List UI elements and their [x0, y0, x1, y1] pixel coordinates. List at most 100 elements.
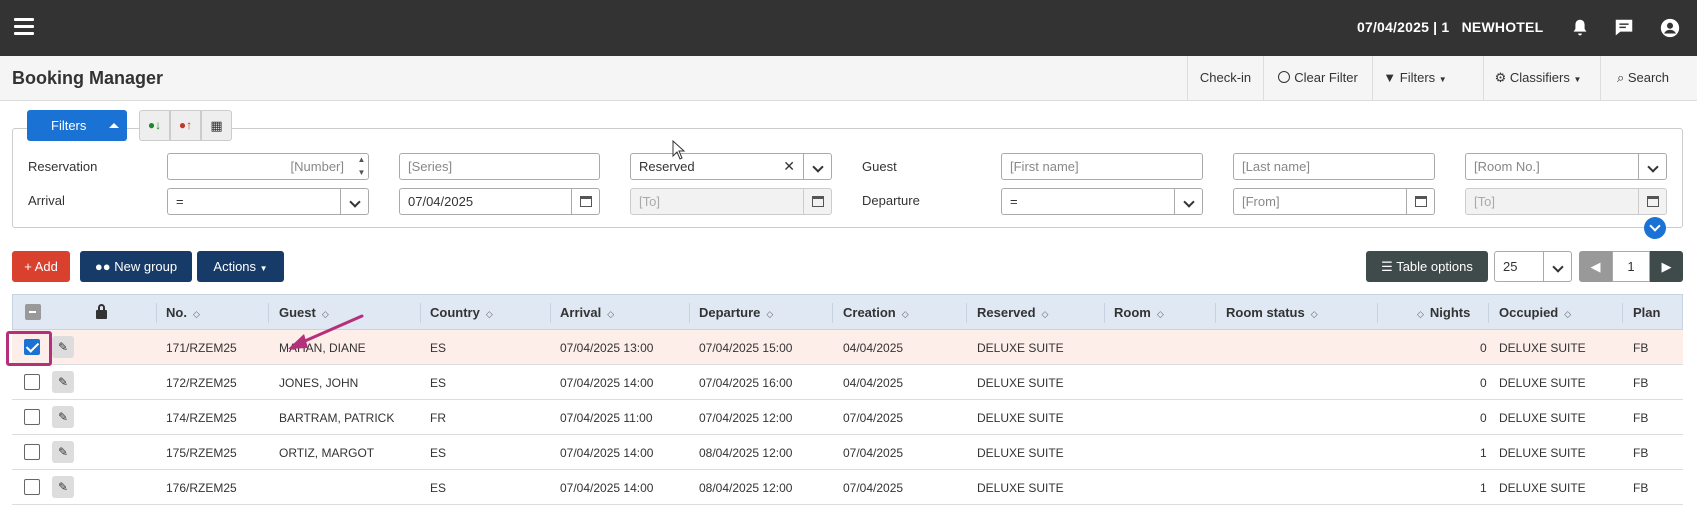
sort-icon: ◇ [607, 309, 615, 319]
actions-dropdown-button[interactable]: Actions ▼ [197, 251, 284, 282]
guest-label: Guest [862, 159, 897, 174]
series-input[interactable]: [Series] [399, 153, 600, 180]
col-room-status[interactable]: Room status ◇ [1226, 305, 1318, 320]
next-page-button[interactable]: ▶ [1650, 251, 1683, 282]
row-checkbox[interactable] [24, 444, 40, 460]
cell-country: ES [430, 376, 447, 390]
hotel-button[interactable]: ▦ [201, 110, 232, 141]
col-country[interactable]: Country ◇ [430, 305, 493, 320]
cell-arrival: 07/04/2025 14:00 [560, 481, 654, 495]
cell-plan: FB [1633, 481, 1649, 495]
first-name-input[interactable]: [First name] [1001, 153, 1203, 180]
clear-icon[interactable]: ✕ [783, 154, 795, 179]
pencil-icon[interactable]: ✎ [52, 371, 74, 393]
cell-guest: BARTRAM, PATRICK [279, 411, 395, 425]
col-room[interactable]: Room ◇ [1114, 305, 1164, 320]
chevron-down-icon[interactable] [1638, 154, 1666, 179]
col-reserved[interactable]: Reserved ◇ [977, 305, 1048, 320]
gear-icon: ⚙ [1494, 70, 1507, 85]
caret-down-icon: ▼ [1573, 75, 1582, 84]
col-plan[interactable]: Plan [1633, 305, 1660, 320]
page-title: Booking Manager [12, 68, 164, 88]
prev-page-button[interactable]: ◀ [1579, 251, 1612, 282]
col-occupied-label: Occupied [1499, 305, 1559, 320]
table-row[interactable]: ✎ 174/RZEM25 BARTRAM, PATRICK FR 07/04/2… [12, 400, 1683, 435]
chevron-down-icon[interactable] [803, 154, 831, 179]
calendar-icon[interactable] [1406, 189, 1434, 214]
col-nights[interactable]: ◇ Nights [1417, 305, 1470, 320]
sort-icon: ◇ [1310, 309, 1318, 319]
arrival-date-input[interactable]: 07/04/2025 [399, 188, 600, 215]
cell-occupied: DELUXE SUITE [1499, 411, 1586, 425]
clear-filter-label: Clear Filter [1294, 70, 1358, 85]
column-divider [268, 303, 269, 323]
col-room-label: Room [1114, 305, 1151, 320]
filters-dropdown-button[interactable]: ▼ Filters ▼ [1372, 56, 1457, 100]
departure-from-input[interactable]: [From] [1233, 188, 1435, 215]
bell-icon[interactable] [1569, 17, 1591, 39]
table-row[interactable]: ✎ 171/RZEM25 MAHAN, DIANE ES 07/04/2025 … [12, 330, 1683, 365]
chevron-down-icon[interactable] [1543, 252, 1571, 281]
user-icon[interactable] [1659, 17, 1681, 39]
chevron-down-icon[interactable] [1174, 189, 1202, 214]
departures-button[interactable]: ●↑ [170, 110, 201, 141]
hotel-info: 07/04/2025 | 1 NEWHOTEL [1357, 19, 1544, 35]
page-size-select[interactable]: 25 [1494, 251, 1572, 282]
chevron-down-icon[interactable] [340, 189, 368, 214]
row-checkbox[interactable] [24, 409, 40, 425]
clear-filter-button[interactable]: Clear Filter [1263, 56, 1372, 100]
sort-icon: ◇ [485, 309, 493, 319]
column-divider [420, 303, 421, 323]
number-stepper[interactable]: ▲ ▼ [354, 153, 369, 180]
cell-nights: 1 [1480, 446, 1487, 460]
arrivals-button[interactable]: ●↓ [139, 110, 170, 141]
menu-icon[interactable] [14, 18, 34, 36]
filters-tab[interactable]: Filters [27, 110, 127, 141]
reservation-status-select[interactable]: Reserved ✕ [630, 153, 832, 180]
col-no[interactable]: No. ◇ [166, 305, 200, 320]
pencil-icon[interactable]: ✎ [52, 476, 74, 498]
page-number-input[interactable]: 1 [1612, 251, 1650, 282]
checkin-button[interactable]: Check-in [1187, 56, 1263, 100]
classifiers-dropdown-button[interactable]: ⚙ Classifiers ▼ [1483, 56, 1592, 100]
chat-icon[interactable] [1613, 17, 1635, 39]
table-row[interactable]: ✎ 175/RZEM25 ORTIZ, MARGOT ES 07/04/2025… [12, 435, 1683, 470]
list-icon: ☰ [1381, 259, 1393, 274]
last-name-input[interactable]: [Last name] [1233, 153, 1435, 180]
cell-guest: JONES, JOHN [279, 376, 359, 390]
col-creation[interactable]: Creation ◇ [843, 305, 909, 320]
col-arrival[interactable]: Arrival ◇ [560, 305, 614, 320]
departure-label: Departure [862, 193, 920, 208]
pencil-icon[interactable]: ✎ [52, 406, 74, 428]
col-departure[interactable]: Departure ◇ [699, 305, 773, 320]
table-row[interactable]: ✎ 176/RZEM25 ES 07/04/2025 14:00 08/04/2… [12, 470, 1683, 505]
table-options-button[interactable]: ☰ Table options [1366, 251, 1488, 282]
col-occupied[interactable]: Occupied ◇ [1499, 305, 1571, 320]
cell-creation: 04/04/2025 [843, 341, 904, 355]
col-country-label: Country [430, 305, 480, 320]
column-divider [1377, 303, 1378, 323]
cell-creation: 07/04/2025 [843, 481, 904, 495]
calendar-icon[interactable] [571, 189, 599, 214]
expand-filters-button[interactable] [1644, 217, 1666, 239]
reservation-number-input[interactable]: [Number] [167, 153, 369, 180]
row-checkbox[interactable] [24, 479, 40, 495]
departure-operator-select[interactable]: = [1001, 188, 1203, 215]
room-no-select[interactable]: [Room No.] [1465, 153, 1667, 180]
cell-nights: 0 [1480, 376, 1487, 390]
search-button[interactable]: ⌕ Search [1600, 56, 1685, 100]
cell-no: 176/RZEM25 [166, 481, 237, 495]
pencil-icon[interactable]: ✎ [52, 441, 74, 463]
table-row[interactable]: ✎ 172/RZEM25 JONES, JOHN ES 07/04/2025 1… [12, 365, 1683, 400]
arrival-operator-select[interactable]: = [167, 188, 369, 215]
row-checkbox[interactable] [24, 374, 40, 390]
cell-reserved: DELUXE SUITE [977, 481, 1064, 495]
title-bar: Booking Manager Check-in Clear Filter ▼ … [0, 56, 1697, 101]
pencil-icon[interactable]: ✎ [52, 336, 74, 358]
new-group-button[interactable]: ●● New group [80, 251, 192, 282]
select-all-checkbox[interactable] [25, 304, 41, 320]
cell-no: 172/RZEM25 [166, 376, 237, 390]
annotation-arrow-icon [288, 314, 364, 349]
add-button[interactable]: + Add [12, 251, 70, 282]
table-options-label: Table options [1396, 259, 1473, 274]
